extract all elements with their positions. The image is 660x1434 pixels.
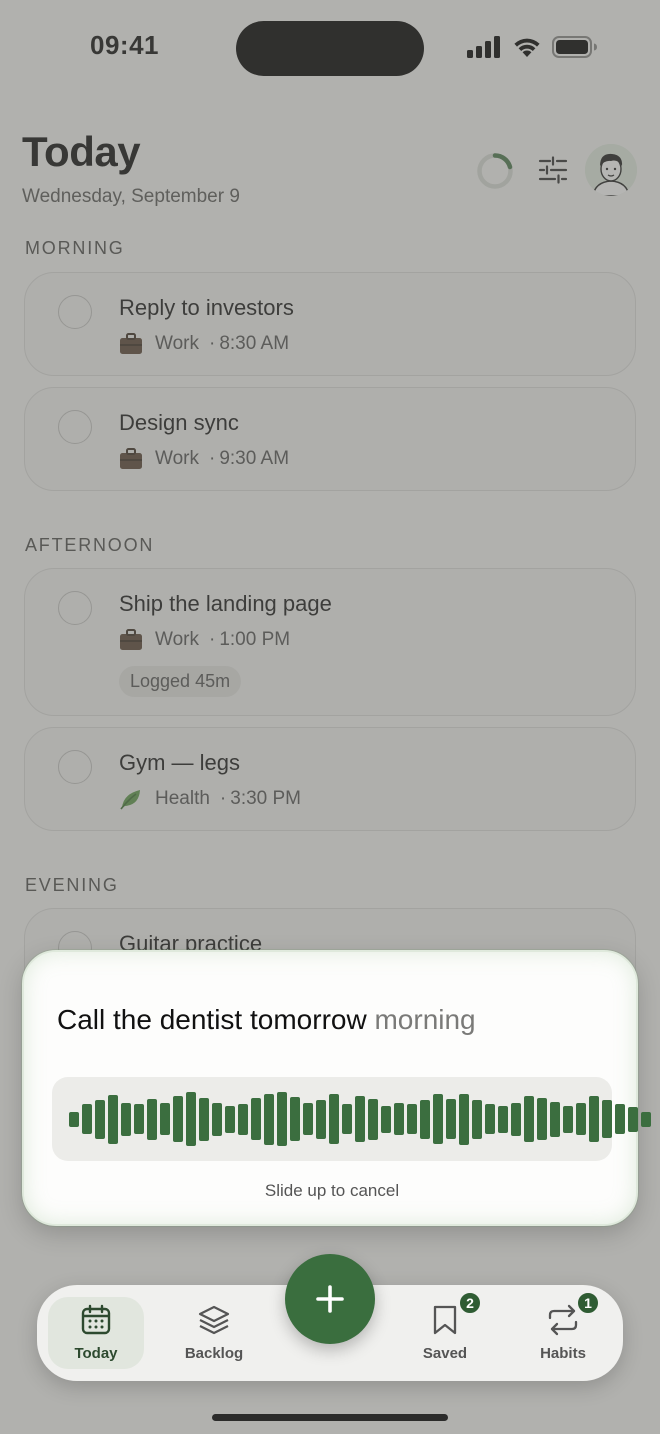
bookmark-icon: 2 [428,1291,482,1337]
waveform-bar [108,1094,118,1144]
waveform-bar [160,1103,170,1135]
waveform-bar [394,1103,404,1135]
waveform-bar [355,1096,365,1142]
waveform-bar [251,1098,261,1140]
waveform-bar [433,1094,443,1144]
screen: 09:41 Today Wednesday, September 9 MORNI… [0,0,660,1434]
waveform-bar [459,1093,469,1145]
tab-label: Today [74,1345,118,1362]
audio-waveform [69,1077,651,1161]
repeat-icon: 1 [546,1291,600,1337]
add-task-button[interactable] [285,1254,375,1344]
waveform-bar [173,1096,183,1142]
home-indicator [212,1414,448,1421]
waveform-bar [134,1104,144,1134]
waveform-bar [212,1102,222,1136]
tab-habits[interactable]: 1 Habits [515,1291,611,1369]
waveform-bar [368,1098,378,1140]
waveform-panel [52,1077,651,1161]
waveform-bar [407,1104,417,1134]
waveform-bar [277,1092,287,1146]
voice-capture-sheet: Call the dentist tomorrow morning Slide … [22,950,651,1226]
waveform-bar [342,1104,352,1134]
habits-count-badge: 1 [576,1291,600,1315]
waveform-bar [472,1099,482,1139]
waveform-bar [420,1099,430,1139]
waveform-bar [264,1093,274,1145]
waveform-bar [485,1104,495,1134]
waveform-bar [95,1099,105,1139]
plus-icon [316,1285,344,1313]
waveform-bar [628,1106,638,1132]
waveform-bar [238,1103,248,1135]
cancel-hint: Slide up to cancel [264,1181,400,1200]
waveform-bar [615,1104,625,1134]
tab-label: Habits [540,1345,586,1362]
calendar-icon [79,1303,113,1337]
waveform-bar [446,1099,456,1139]
waveform-bar [511,1102,521,1136]
waveform-bar [186,1092,196,1146]
saved-count-badge: 2 [458,1291,482,1315]
waveform-bar [537,1098,547,1140]
waveform-bar [550,1101,560,1137]
tab-backlog[interactable]: Backlog [166,1297,262,1369]
waveform-bar [147,1098,157,1140]
waveform-bar [82,1104,92,1134]
waveform-bar [225,1105,235,1133]
tab-label: Backlog [184,1345,244,1362]
waveform-bar [303,1103,313,1135]
waveform-bar [121,1102,131,1136]
waveform-bar [602,1100,612,1138]
waveform-bar [498,1105,508,1133]
waveform-bar [641,1111,651,1127]
waveform-bar [316,1099,326,1139]
tab-today[interactable]: Today [48,1297,144,1369]
waveform-bar [199,1097,209,1141]
waveform-bar [524,1096,534,1142]
waveform-bar [69,1111,79,1127]
layers-icon [197,1303,231,1337]
tab-saved[interactable]: 2 Saved [397,1291,493,1369]
waveform-bar [329,1094,339,1144]
waveform-bar [576,1103,586,1135]
waveform-bar [381,1105,391,1133]
waveform-bar [589,1096,599,1142]
transcript-pending: morning [374,1004,476,1035]
waveform-bar [290,1097,300,1141]
tab-label: Saved [422,1345,468,1362]
transcript-final: Call the dentist tomorrow [57,1004,367,1035]
voice-transcript: Call the dentist tomorrow morning [57,1004,476,1036]
waveform-bar [563,1105,573,1133]
